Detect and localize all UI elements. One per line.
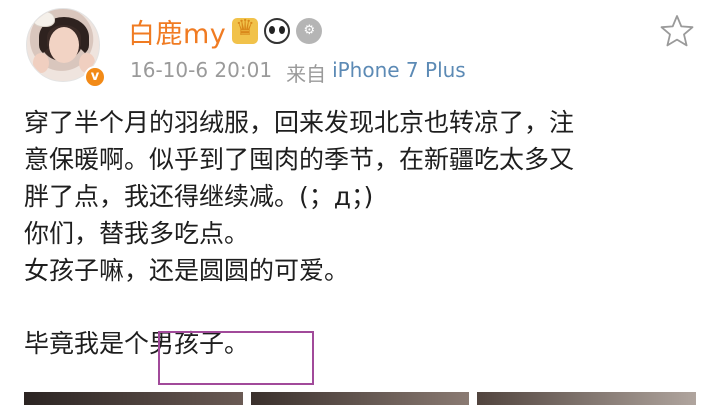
photo-thumbnail[interactable] bbox=[24, 392, 243, 405]
post-text-line: 胖了点，我还得继续减。(；д；) bbox=[24, 182, 374, 211]
photo-thumbnail[interactable] bbox=[250, 392, 470, 405]
post-text-line: 毕竟我是个男孩子。 bbox=[24, 329, 250, 358]
crown-icon[interactable] bbox=[232, 16, 259, 44]
photo-thumbnail[interactable] bbox=[477, 392, 697, 405]
medal-icon[interactable]: ⚙ bbox=[296, 18, 323, 44]
avatar[interactable]: v bbox=[26, 8, 106, 88]
panda-icon[interactable] bbox=[264, 18, 291, 44]
post-text-line: 女孩子嘛，还是圆圆的可爱。 bbox=[24, 256, 350, 285]
post-timestamp: 16-10-6 20:01 bbox=[130, 58, 273, 82]
post-header: v 白鹿my ⚙ 16-10-6 20:01 来自 iPhone 7 Plus bbox=[0, 0, 720, 92]
avatar-face bbox=[49, 27, 79, 63]
username-link[interactable]: 白鹿my bbox=[128, 12, 226, 51]
avatar-hand bbox=[33, 53, 49, 73]
source-device-link[interactable]: iPhone 7 Plus bbox=[332, 58, 466, 87]
post-text-line: 意保暖啊。似乎到了囤肉的季节，在新疆吃太多又 bbox=[24, 145, 575, 174]
verified-badge-icon: v bbox=[84, 66, 106, 88]
avatar-ears bbox=[33, 11, 55, 27]
post-text-line: 你们，替我多吃点。 bbox=[24, 219, 250, 248]
favorite-star-icon[interactable] bbox=[660, 14, 694, 48]
name-row: 白鹿my ⚙ bbox=[128, 12, 323, 51]
post-meta: 16-10-6 20:01 来自 iPhone 7 Plus bbox=[130, 58, 466, 87]
post-body: 穿了半个月的羽绒服，回来发现北京也转凉了，注 意保暖啊。似乎到了囤肉的季节，在新… bbox=[24, 104, 704, 362]
source-prefix: 来自 bbox=[286, 62, 327, 86]
post-text-line: 穿了半个月的羽绒服，回来发现北京也转凉了，注 bbox=[24, 108, 575, 137]
photo-grid bbox=[24, 392, 697, 405]
